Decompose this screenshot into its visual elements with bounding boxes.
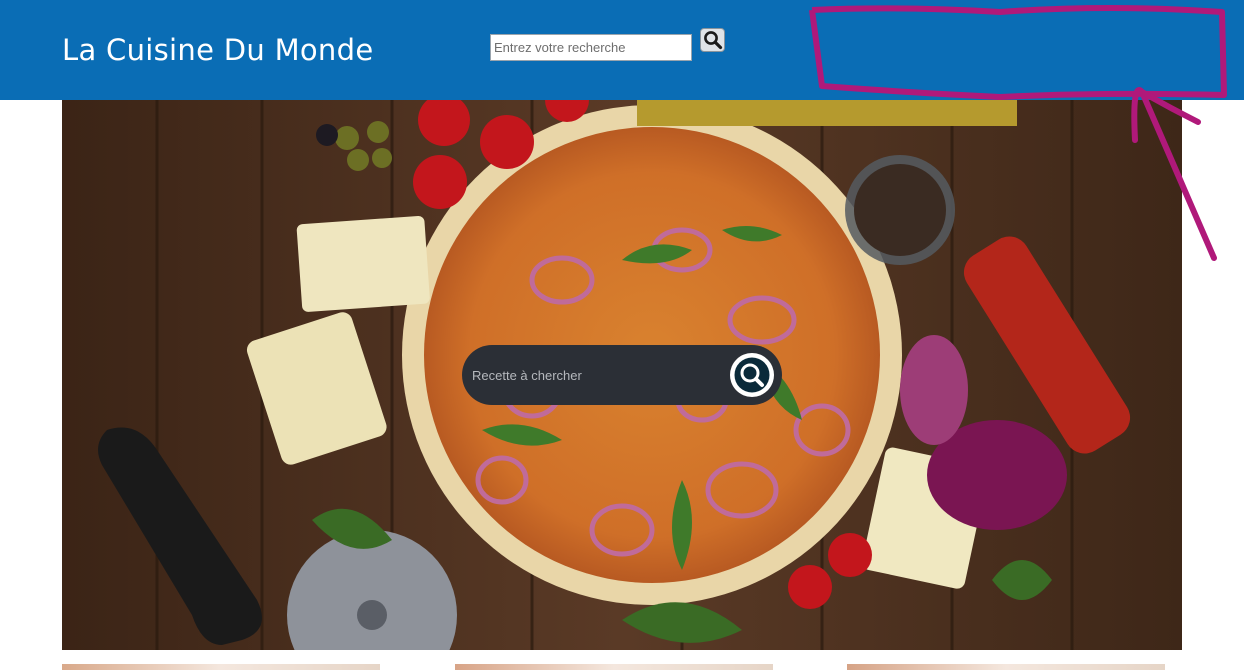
- recipe-card[interactable]: [62, 664, 380, 670]
- search-icon: [734, 357, 770, 393]
- site-title[interactable]: La Cuisine Du Monde: [62, 30, 373, 70]
- hero-search-input[interactable]: [462, 345, 722, 405]
- header-search-input[interactable]: [490, 34, 692, 61]
- search-icon: [703, 31, 722, 50]
- recipe-card[interactable]: [455, 664, 773, 670]
- header-search-button[interactable]: [700, 28, 725, 52]
- site-header: La Cuisine Du Monde: [0, 0, 1244, 100]
- recipe-card[interactable]: [847, 664, 1165, 670]
- hero-search-button[interactable]: [730, 353, 774, 397]
